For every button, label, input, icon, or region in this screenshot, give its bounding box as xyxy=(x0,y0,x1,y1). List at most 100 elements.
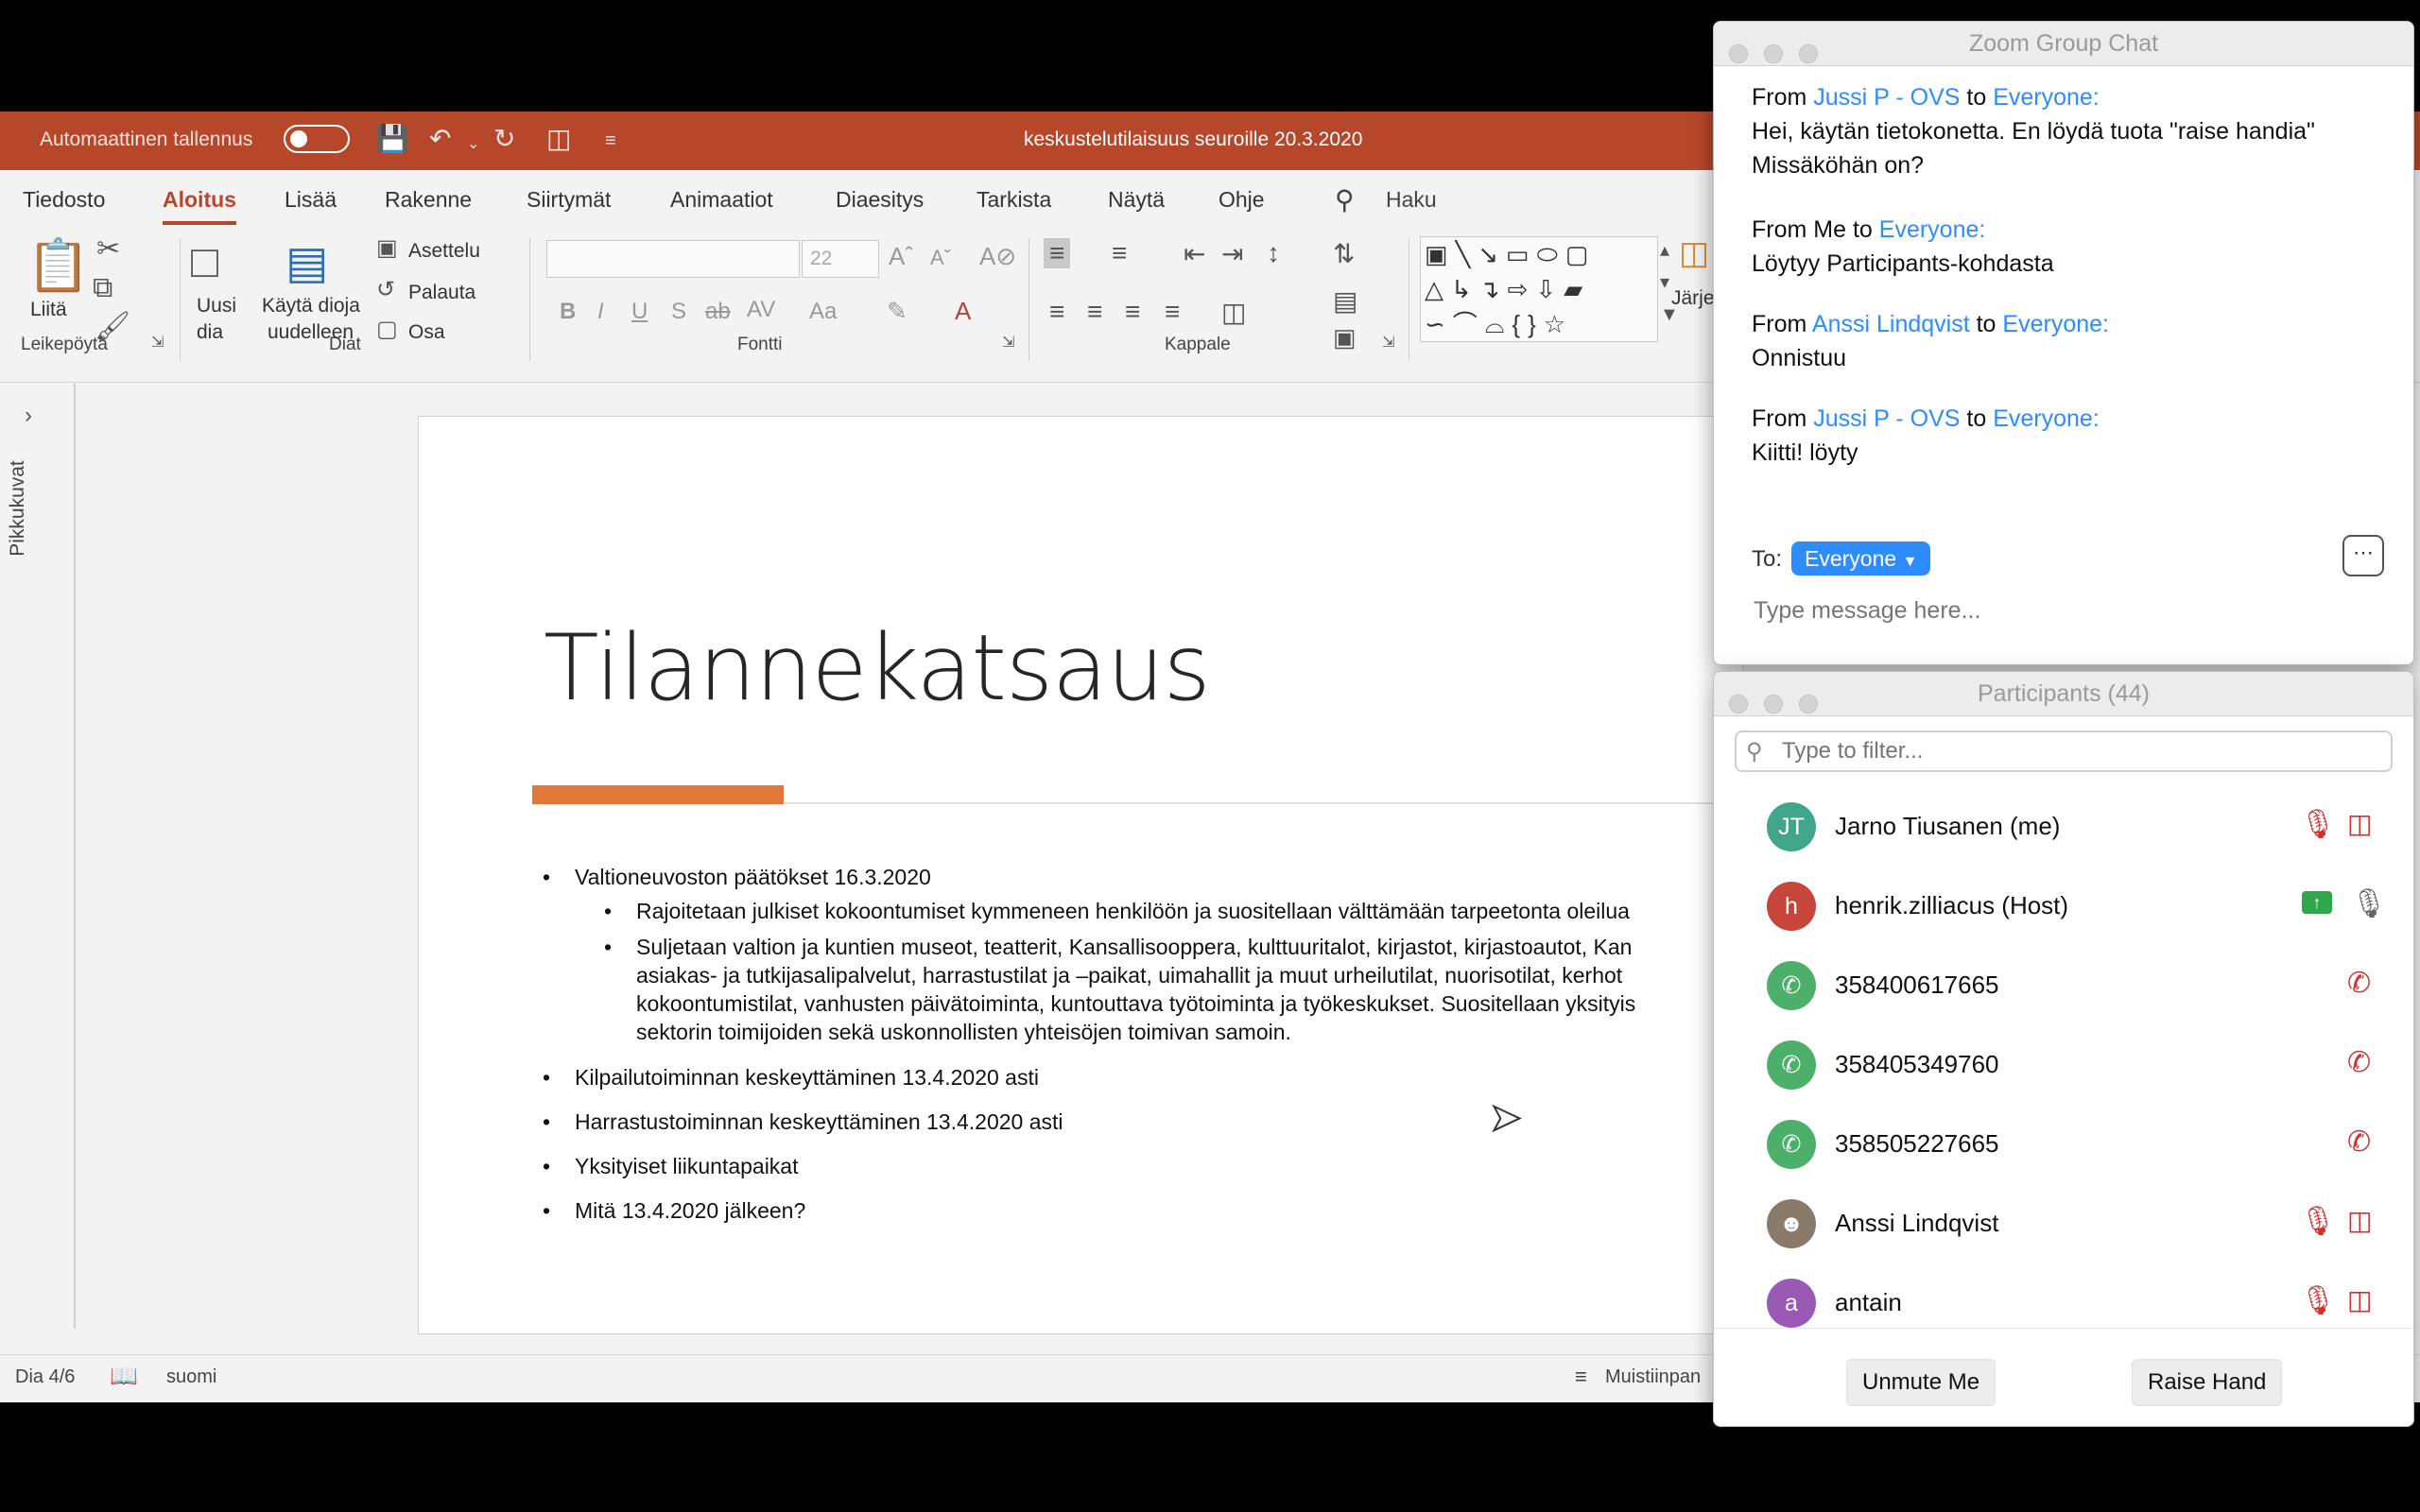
reuse-slides-icon[interactable]: ▤ xyxy=(285,236,328,289)
increase-indent-icon[interactable]: ⇥ xyxy=(1221,238,1243,269)
language-label[interactable]: suomi xyxy=(166,1366,216,1388)
autosave-toggle[interactable] xyxy=(284,125,350,153)
freeform-shape-icon[interactable]: ∽ xyxy=(1425,310,1453,338)
star-shape-icon[interactable]: ☆ xyxy=(1544,310,1573,338)
smartart-icon[interactable]: ▣ xyxy=(1333,323,1357,352)
slide-sub-bullet-continuation[interactable]: asiakas- ja tutkijasalipalvelut, harrast… xyxy=(636,961,1622,989)
italic-icon[interactable]: I xyxy=(597,299,604,325)
right-arrow-shape-icon[interactable]: ⇨ xyxy=(1508,275,1536,303)
slide-sub-bullet-continuation[interactable]: sektorin toimijoiden sekä uskonnollisten… xyxy=(636,1018,1291,1046)
zoom-window-icon[interactable] xyxy=(1799,695,1818,713)
save-icon[interactable]: 💾 xyxy=(376,123,409,154)
slide-bullet[interactable]: Yksityiset liikuntapaikat xyxy=(543,1154,798,1179)
textbox-shape-icon[interactable]: ▣ xyxy=(1425,240,1456,268)
recipient-select[interactable]: Everyone ▼ xyxy=(1791,541,1931,576)
search-icon[interactable]: ⚲ xyxy=(1335,184,1355,215)
participant-row[interactable]: ✆ 358505227665 ✆ xyxy=(1714,1105,2413,1184)
align-center-icon[interactable]: ≡ xyxy=(1087,297,1102,327)
redo-icon[interactable]: ↻ xyxy=(493,123,515,154)
participant-row[interactable]: ☻ Anssi Lindqvist 🎙︎ ◫ xyxy=(1714,1184,2413,1263)
raise-hand-button[interactable]: Raise Hand xyxy=(2132,1359,2283,1406)
section-button[interactable]: Osa xyxy=(408,319,445,346)
slide-canvas[interactable]: Tilannekatsaus Valtioneuvoston päätökset… xyxy=(418,416,1824,1334)
elbow-shape-icon[interactable]: ↴ xyxy=(1479,275,1508,303)
arrow-line-shape-icon[interactable]: ↘ xyxy=(1478,240,1506,268)
bullets-icon[interactable]: ≡ xyxy=(1044,238,1071,268)
oval-shape-icon[interactable]: ⬭ xyxy=(1537,240,1565,268)
font-name-combo[interactable] xyxy=(546,240,800,278)
align-text-icon[interactable]: ▤ xyxy=(1333,285,1357,317)
gallery-scroll-up-icon[interactable]: ▴ xyxy=(1660,238,1669,262)
tab-file[interactable]: Tiedosto xyxy=(23,187,105,213)
arc-shape-icon[interactable]: ⌒ xyxy=(1453,310,1485,338)
arrange-button[interactable]: Järje xyxy=(1671,285,1715,312)
font-color-icon[interactable]: A xyxy=(955,297,971,326)
video-off-icon[interactable]: ◫ xyxy=(2347,808,2372,839)
phone-muted-icon[interactable]: ✆ xyxy=(2347,967,2371,1000)
section-icon[interactable]: ▢ xyxy=(376,316,398,343)
reuse-slides-line1[interactable]: Käytä dioja xyxy=(262,293,360,319)
clear-format-icon[interactable]: A⊘ xyxy=(979,242,1016,271)
shapes-gallery[interactable]: ▣╲↘▭⬭▢ △↳↴⇨⇩▰ ∽⌒⌓{}☆ xyxy=(1420,236,1658,342)
undo-icon[interactable]: ↶ xyxy=(429,123,451,154)
phone-muted-icon[interactable]: ✆ xyxy=(2347,1046,2371,1079)
new-slide-line2[interactable]: dia xyxy=(197,319,223,346)
mic-muted-icon[interactable]: 🎙︎ xyxy=(2300,1284,2336,1317)
notes-icon[interactable]: ≡ xyxy=(1575,1365,1587,1389)
phone-muted-icon[interactable]: ✆ xyxy=(2347,1125,2371,1159)
new-slide-icon[interactable]: □ xyxy=(191,236,218,288)
tab-insert[interactable]: Lisää xyxy=(285,187,337,213)
gallery-scroll-down-icon[interactable]: ▾ xyxy=(1660,270,1669,294)
mic-muted-icon[interactable]: 🎙︎ xyxy=(2300,808,2336,841)
layout-button[interactable]: Asettelu xyxy=(408,238,480,265)
participant-filter[interactable]: ⚲ xyxy=(1735,730,2393,772)
right-brace-shape-icon[interactable]: } xyxy=(1528,310,1544,338)
slide-bullet[interactable]: Valtioneuvoston päätökset 16.3.2020 xyxy=(543,865,931,890)
minimize-icon[interactable] xyxy=(1764,695,1783,713)
text-direction-icon[interactable]: ⇅ xyxy=(1333,238,1355,269)
font-size-combo[interactable]: 22 xyxy=(802,240,879,278)
align-right-icon[interactable]: ≡ xyxy=(1125,297,1140,327)
font-launcher-icon[interactable]: ⇲ xyxy=(1002,333,1014,352)
undo-dropdown-icon[interactable]: ⌄ xyxy=(467,134,479,153)
cut-icon[interactable]: ✂ xyxy=(96,232,120,266)
rounded-rect-shape-icon[interactable]: ▢ xyxy=(1565,240,1597,268)
decrease-indent-icon[interactable]: ⇤ xyxy=(1184,238,1205,269)
triangle-shape-icon[interactable]: △ xyxy=(1425,275,1451,303)
callout-shape-icon[interactable]: ▰ xyxy=(1564,275,1590,303)
tab-transitions[interactable]: Siirtymät xyxy=(527,187,611,213)
participant-row[interactable]: JT Jarno Tiusanen (me) 🎙︎ ◫ xyxy=(1714,787,2413,867)
participant-row[interactable]: ✆ 358405349760 ✆ xyxy=(1714,1025,2413,1105)
tab-help[interactable]: Ohje xyxy=(1219,187,1265,213)
notes-button[interactable]: Muistiinpan xyxy=(1605,1366,1701,1388)
spacing-icon[interactable]: AV xyxy=(747,297,775,323)
tab-review[interactable]: Tarkista xyxy=(977,187,1051,213)
layout-icon[interactable]: ▣ xyxy=(376,234,398,262)
slide-sub-bullet[interactable]: Suljetaan valtion ja kuntien museot, tea… xyxy=(604,933,1632,961)
slide-sub-bullet[interactable]: Rajoitetaan julkiset kokoontumiset kymme… xyxy=(604,897,1630,925)
grow-font-icon[interactable]: Aˆ xyxy=(889,242,913,271)
columns-icon[interactable]: ◫ xyxy=(1221,297,1246,328)
tab-view[interactable]: Näytä xyxy=(1108,187,1165,213)
zoom-window-icon[interactable] xyxy=(1799,44,1818,63)
tab-home[interactable]: Aloitus xyxy=(163,187,236,225)
shrink-font-icon[interactable]: Aˇ xyxy=(930,246,951,270)
screen-share-icon[interactable]: ↑ xyxy=(2302,891,2332,914)
customize-qat-icon[interactable]: ≡ xyxy=(605,130,616,152)
align-left-icon[interactable]: ≡ xyxy=(1049,297,1064,327)
unmute-me-button[interactable]: Unmute Me xyxy=(1846,1359,1996,1406)
line-spacing-icon[interactable]: ↕ xyxy=(1267,238,1280,268)
curve-shape-icon[interactable]: ⌓ xyxy=(1485,310,1512,338)
down-arrow-shape-icon[interactable]: ⇩ xyxy=(1535,275,1564,303)
thumbnails-label[interactable]: Pikkukuvat xyxy=(7,460,29,557)
participant-row[interactable]: h henrik.zilliacus (Host) ↑ 🎙︎ xyxy=(1714,867,2413,946)
line-shape-icon[interactable]: ╲ xyxy=(1456,240,1478,268)
mic-icon[interactable]: 🎙︎ xyxy=(2351,887,2387,920)
filter-input[interactable] xyxy=(1780,737,2351,765)
reset-icon[interactable]: ↺ xyxy=(376,276,395,303)
slide-title[interactable]: Tilannekatsaus xyxy=(544,615,1211,721)
rectangle-shape-icon[interactable]: ▭ xyxy=(1506,240,1537,268)
copy-icon[interactable]: ⧉ xyxy=(93,272,112,304)
slide-bullet[interactable]: Kilpailutoiminnan keskeyttäminen 13.4.20… xyxy=(543,1065,1039,1091)
close-icon[interactable] xyxy=(1729,44,1748,63)
